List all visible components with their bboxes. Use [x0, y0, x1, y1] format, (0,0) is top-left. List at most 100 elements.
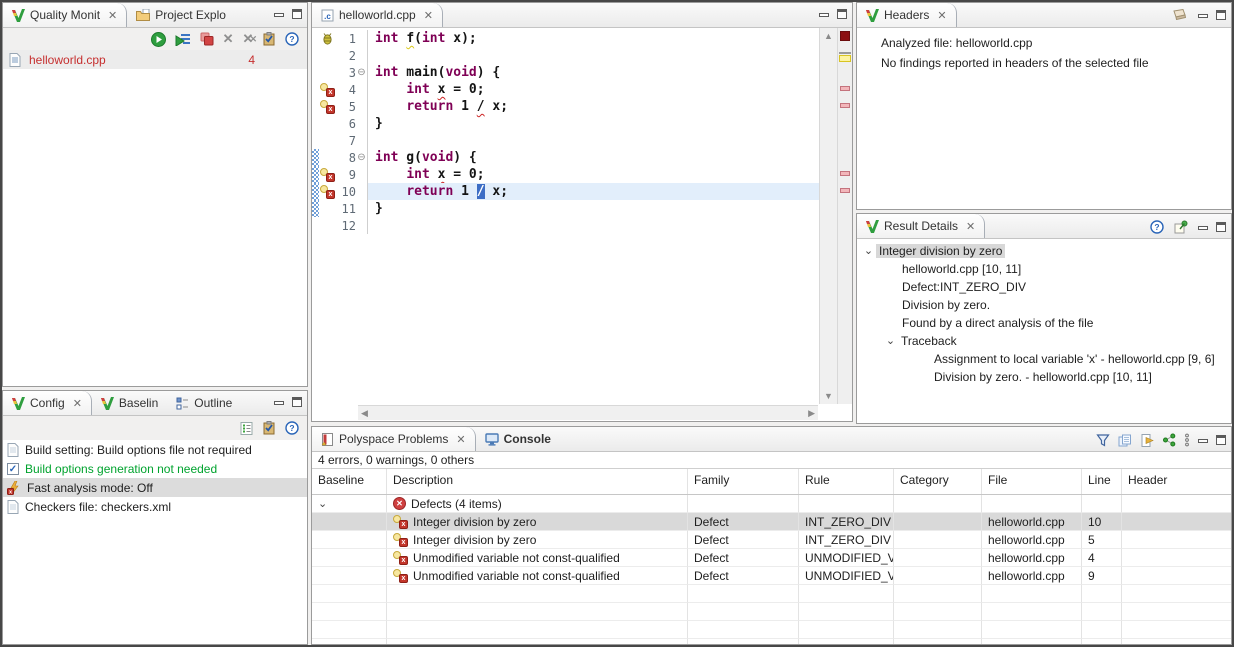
result-details-row[interactable]: ⌄Integer division by zero [857, 242, 1231, 260]
close-icon[interactable]: ✕ [966, 220, 975, 233]
analyzed-file-row[interactable]: helloworld.cpp 4 [3, 50, 307, 69]
close-icon[interactable]: ✕ [108, 9, 117, 22]
column-header-family[interactable]: Family [688, 469, 799, 494]
help-icon[interactable]: ? [285, 421, 299, 435]
column-header-category[interactable]: Category [894, 469, 982, 494]
code-text[interactable]: } [367, 200, 819, 217]
close-icon[interactable]: ✕ [937, 9, 946, 22]
config-item[interactable]: ✓Build options generation not needed [3, 459, 307, 478]
defect-marker-icon[interactable]: x [393, 551, 408, 565]
overview-error-marker[interactable] [840, 31, 850, 41]
tab-project-explorer[interactable]: Project Explo [127, 3, 235, 27]
code-text[interactable]: int x = 0; [367, 81, 819, 98]
column-header-line[interactable]: Line [1082, 469, 1122, 494]
problems-row[interactable]: xInteger division by zeroDefectINT_ZERO_… [312, 531, 1231, 549]
code-text[interactable] [367, 132, 819, 149]
minimize-icon[interactable] [274, 13, 284, 17]
column-header-baseline[interactable]: Baseline [312, 469, 387, 494]
vertical-scrollbar[interactable]: ▲ ▼ [819, 28, 837, 404]
tab-headers[interactable]: Headers ✕ [857, 3, 957, 27]
column-header-description[interactable]: Description [387, 469, 688, 494]
defect-gutter-icon[interactable]: x [319, 168, 336, 182]
column-header-header[interactable]: Header [1122, 469, 1231, 494]
defect-marker-icon[interactable]: x [393, 515, 408, 529]
remove-all-results-icon[interactable]: ✕✕ [243, 31, 253, 47]
chevron-down-icon[interactable]: ⌄ [883, 335, 898, 347]
ruler-defect-marker[interactable] [840, 171, 850, 176]
maximize-icon[interactable] [292, 9, 302, 19]
chevron-down-icon[interactable]: ⌄ [861, 245, 876, 257]
tab-editor-helloworld[interactable]: .c helloworld.cpp ✕ [312, 3, 443, 27]
minimize-icon[interactable] [1198, 14, 1208, 18]
result-details-row[interactable]: Defect:INT_ZERO_DIV [857, 278, 1231, 296]
copy-icon[interactable] [1118, 434, 1132, 447]
problems-group-row[interactable]: ⌄✕Defects (4 items) [312, 495, 1231, 513]
maximize-icon[interactable] [1216, 222, 1226, 232]
close-icon[interactable]: ✕ [456, 433, 465, 446]
result-details-row[interactable]: ⌄Traceback [857, 332, 1231, 350]
code-text[interactable]: } [367, 115, 819, 132]
code-text[interactable]: int main(void) { [367, 64, 819, 81]
problems-row[interactable]: xUnmodified variable not const-qualified… [312, 567, 1231, 585]
problems-row[interactable]: xUnmodified variable not const-qualified… [312, 549, 1231, 567]
maximize-icon[interactable] [1216, 10, 1226, 20]
maximize-icon[interactable] [837, 9, 847, 19]
defect-marker-icon[interactable]: x [393, 569, 408, 583]
export-icon[interactable] [1140, 434, 1154, 447]
tab-config[interactable]: Config ✕ [3, 391, 92, 415]
tab-quality-monitoring[interactable]: Quality Monit ✕ [3, 3, 127, 27]
bug-gutter-icon[interactable] [319, 32, 336, 45]
config-item[interactable]: Build setting: Build options file not re… [3, 440, 307, 459]
code-text[interactable]: return 1 / x; [367, 183, 819, 200]
annotate-icon[interactable] [1174, 220, 1188, 234]
close-icon[interactable]: ✕ [424, 9, 433, 22]
code-text[interactable]: return 1 / x; [367, 98, 819, 115]
result-details-row[interactable]: Division by zero. [857, 296, 1231, 314]
configure-project-icon[interactable] [262, 421, 276, 435]
fold-collapse-icon[interactable]: ⊖ [356, 153, 367, 163]
minimize-icon[interactable] [274, 401, 284, 405]
scroll-right-icon[interactable]: ▶ [808, 408, 815, 419]
checkbox-checked-icon[interactable]: ✓ [7, 463, 19, 475]
code-area[interactable]: 1int f(int x);23⊖int main(void) {x4 int … [312, 28, 819, 404]
column-header-file[interactable]: File [982, 469, 1082, 494]
minimize-icon[interactable] [1198, 439, 1208, 443]
maximize-icon[interactable] [1216, 435, 1226, 445]
close-icon[interactable]: ✕ [73, 397, 82, 410]
code-text[interactable] [367, 47, 819, 64]
checkers-selection-icon[interactable] [240, 422, 253, 435]
defect-marker-icon[interactable]: x [320, 168, 335, 182]
remove-result-icon[interactable]: ✕ [223, 31, 234, 47]
code-text[interactable]: int x = 0; [367, 166, 819, 183]
ruler-defect-marker[interactable] [840, 86, 850, 91]
overview-selection-marker[interactable] [839, 55, 851, 62]
help-icon[interactable]: ? [1150, 220, 1164, 234]
tab-baseline[interactable]: Baselin [92, 391, 167, 415]
scroll-up-icon[interactable]: ▲ [820, 29, 837, 43]
config-item[interactable]: xFast analysis mode: Off [3, 478, 307, 497]
tab-outline[interactable]: Outline [167, 391, 241, 415]
minimize-icon[interactable] [819, 13, 829, 17]
minimize-icon[interactable] [1198, 226, 1208, 230]
code-text[interactable]: int f(int x); [367, 30, 819, 47]
run-configuration-icon[interactable] [175, 32, 191, 46]
scroll-down-icon[interactable]: ▼ [820, 389, 837, 403]
defect-marker-icon[interactable]: x [393, 533, 408, 547]
problems-row[interactable]: xInteger division by zeroDefectINT_ZERO_… [312, 513, 1231, 531]
scroll-left-icon[interactable]: ◀ [361, 408, 368, 419]
ruler-defect-marker[interactable] [840, 188, 850, 193]
tab-result-details[interactable]: Result Details ✕ [857, 214, 985, 238]
result-details-row[interactable]: helloworld.cpp [10, 11] [857, 260, 1231, 278]
help-icon[interactable]: ? [285, 32, 299, 46]
code-text[interactable]: int g(void) { [367, 149, 819, 166]
view-menu-icon[interactable] [1184, 433, 1190, 447]
defect-gutter-icon[interactable]: x [319, 83, 336, 97]
filter-icon[interactable] [1096, 434, 1110, 447]
result-details-row[interactable]: Assignment to local variable 'x' - hello… [857, 350, 1231, 368]
defect-gutter-icon[interactable]: x [319, 100, 336, 114]
defect-gutter-icon[interactable]: x [319, 185, 336, 199]
config-item[interactable]: Checkers file: checkers.xml [3, 497, 307, 516]
result-details-row[interactable]: Division by zero. - helloworld.cpp [10, … [857, 368, 1231, 386]
stop-icon[interactable] [200, 32, 214, 46]
tab-polyspace-problems[interactable]: Polyspace Problems ✕ [312, 427, 476, 451]
